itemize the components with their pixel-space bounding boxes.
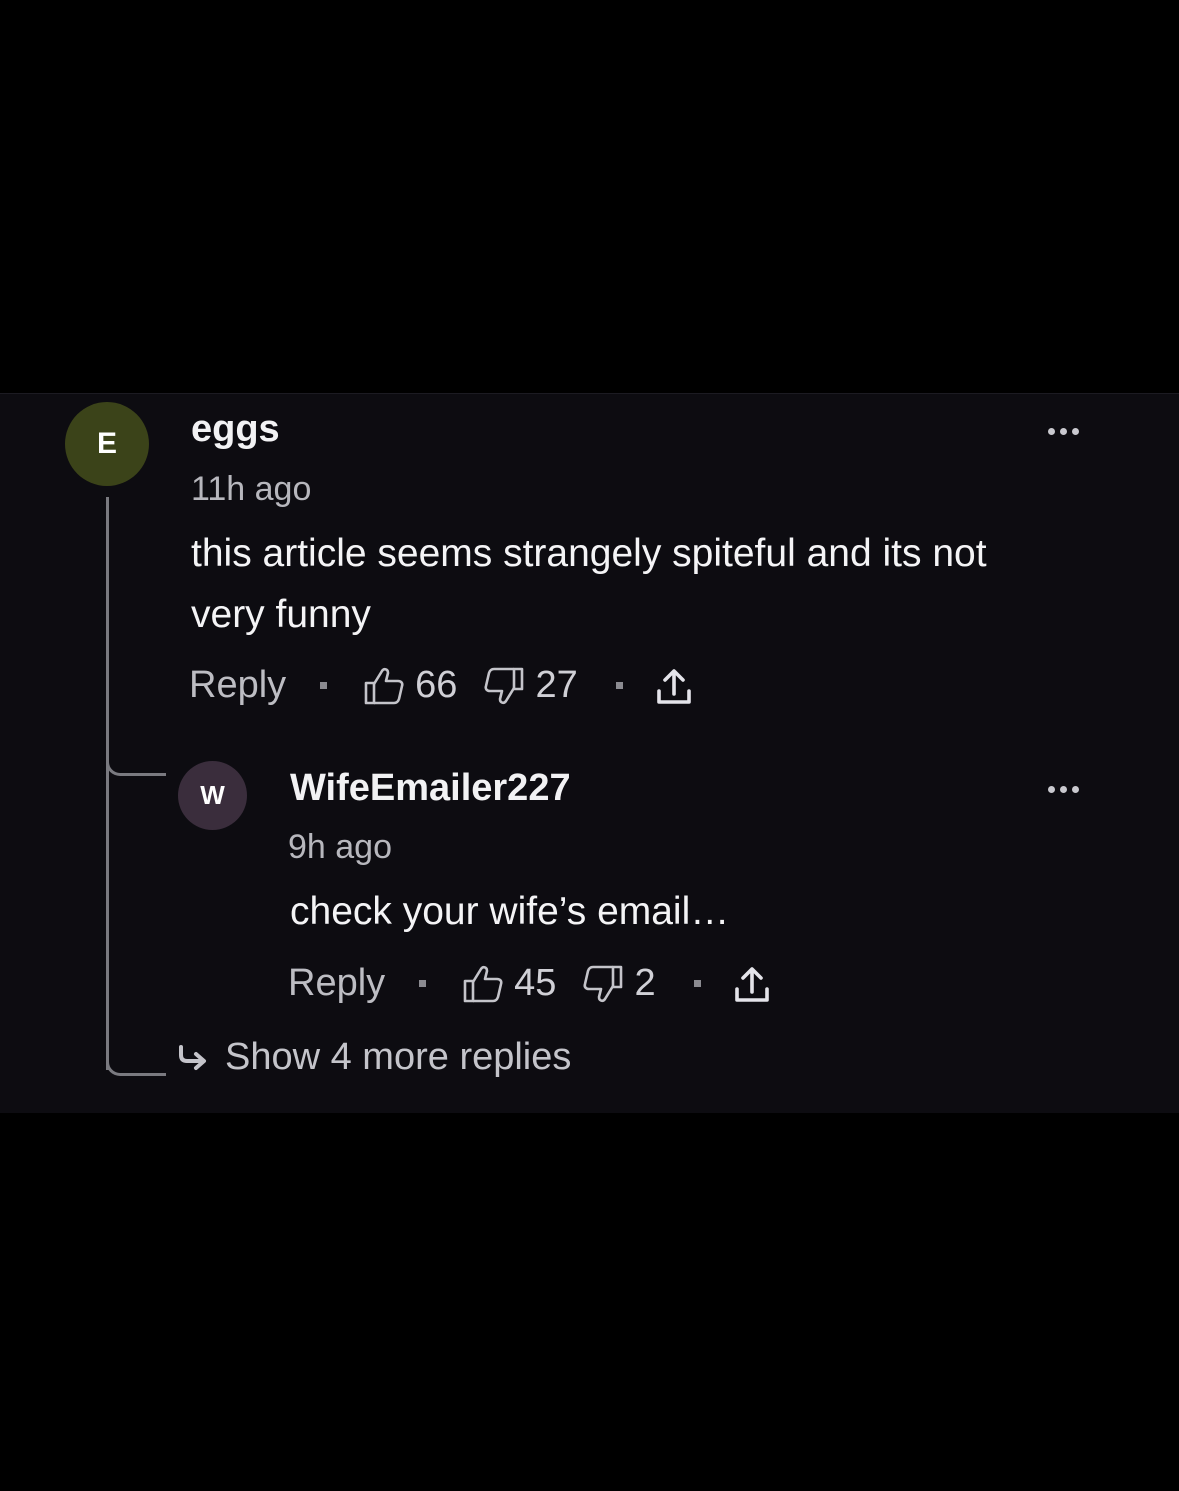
dislike-button[interactable]: 2 (582, 962, 656, 1005)
comment-body-line: check your wife’s email… (290, 890, 730, 933)
reply-button[interactable]: Reply (288, 962, 385, 1005)
comment-timestamp: 11h ago (191, 470, 312, 508)
dislike-count: 2 (634, 962, 656, 1004)
thumbs-up-icon (463, 965, 503, 1002)
avatar-letter: W (200, 780, 225, 810)
reply-arrow-icon (179, 1044, 206, 1070)
more-options-button[interactable] (1048, 786, 1079, 793)
thumbs-down-icon (484, 667, 524, 704)
thumbs-up-icon (364, 667, 404, 704)
thread-line (106, 497, 109, 1070)
comment-timestamp: 9h ago (288, 828, 392, 866)
comment-actions: Reply 45 2 (288, 962, 771, 1005)
comment-username[interactable]: eggs (191, 408, 280, 451)
avatar-letter: E (96, 427, 117, 460)
separator-dot (693, 980, 701, 987)
share-upload-icon (734, 966, 769, 1002)
avatar[interactable]: W (178, 761, 247, 830)
more-options-button[interactable] (1048, 428, 1079, 435)
comment-actions: Reply 66 27 (189, 664, 693, 707)
more-horizontal-icon (1048, 786, 1055, 793)
more-horizontal-icon (1048, 428, 1055, 435)
separator-dot (615, 682, 623, 689)
comment-username[interactable]: WifeEmailer227 (290, 767, 571, 810)
like-button[interactable]: 66 (363, 664, 457, 707)
like-count: 45 (514, 962, 557, 1004)
thread-branch-show-more (106, 1000, 166, 1076)
like-button[interactable]: 45 (462, 962, 556, 1005)
comment-body-line: very funny (191, 593, 371, 636)
comment-body-line: this article seems strangely spiteful an… (191, 532, 987, 575)
show-more-label: Show 4 more replies (225, 1036, 572, 1078)
dislike-button[interactable]: 27 (483, 664, 578, 707)
show-more-replies-button[interactable]: Show 4 more replies (177, 1036, 571, 1079)
separator-dot (419, 980, 427, 987)
share-button[interactable] (655, 666, 693, 706)
like-count: 66 (415, 664, 458, 706)
comments-panel (0, 393, 1179, 1113)
share-upload-icon (656, 668, 691, 704)
avatar[interactable]: E (65, 402, 149, 486)
reply-button[interactable]: Reply (189, 664, 286, 707)
thread-branch-reply (106, 700, 166, 776)
thumbs-down-icon (583, 965, 623, 1002)
dislike-count: 27 (535, 664, 578, 706)
share-button[interactable] (733, 964, 771, 1004)
separator-dot (320, 682, 328, 689)
